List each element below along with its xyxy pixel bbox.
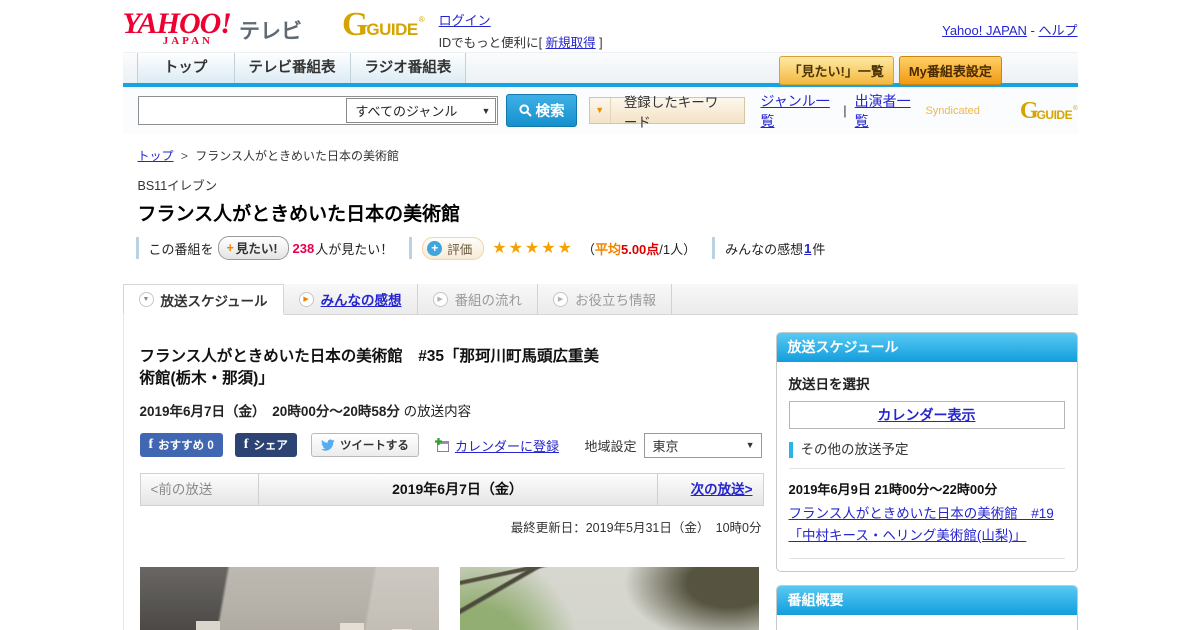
facebook-share-button[interactable]: f シェア <box>234 433 297 458</box>
tab-broadcast-schedule[interactable]: ▼ 放送スケジュール <box>122 284 284 315</box>
chevron-down-icon: ▼ <box>481 105 491 116</box>
select-date-label: 放送日を選択 <box>788 377 870 392</box>
registered-keywords-button[interactable]: ▼ 登録したキーワード <box>588 95 745 130</box>
calendar-display-box: カレンダー表示 <box>788 401 1065 429</box>
main-nav: トップ テレビ番組表 ラジオ番組表 「見たい!」一覧 My番組表設定 <box>122 52 1078 85</box>
rating-group: + 評価 ★★★★★ （平均5.00点/1人） <box>409 236 697 260</box>
facebook-icon: f <box>148 437 154 453</box>
nav-tab-tv-listings[interactable]: テレビ番組表 <box>234 53 351 83</box>
episode-photo-museum-interior <box>139 566 439 630</box>
schedule-box-title: 放送スケジュール <box>776 333 1077 362</box>
dropdown-arrow-icon: ▼ <box>590 98 611 123</box>
tab-impressions[interactable]: ▶ みんなの感想 <box>284 284 418 314</box>
main-content: フランス人がときめいた日本の美術館 #35「那珂川町馬頭広重美術館(栃木・那須)… <box>122 315 776 630</box>
nav-tab-top[interactable]: トップ <box>136 53 235 83</box>
current-broadcast-date: 2019年6月7日（金） <box>392 481 523 498</box>
program-overview-box: 番組概要 <box>775 584 1078 630</box>
plus-circle-icon: + <box>427 240 443 256</box>
facebook-icon: f <box>243 437 249 453</box>
login-block: ログイン IDでもっと便利に[ 新規取得 ] <box>439 10 603 51</box>
kansou-group: みんなの感想 1 件 <box>712 237 825 259</box>
calendar-register-link[interactable]: カレンダーに登録 <box>455 436 559 455</box>
region-select[interactable]: 東京 ▼ <box>643 432 762 458</box>
registered-trademark-icon: ® <box>1073 105 1078 112</box>
broadcast-datetime: 2019年6月7日（金） 20時00分～20時58分 の放送内容 <box>139 403 472 419</box>
next-broadcast-title-link[interactable]: フランス人がときめいた日本の美術館 #19「中村キース・ヘリング美術館(山梨)」 <box>789 503 1065 548</box>
prev-broadcast-link[interactable]: <前の放送 <box>141 473 259 505</box>
sidebar: 放送スケジュール 放送日を選択 カレンダー表示 その他の放送予定 2019年6月… <box>775 315 1078 630</box>
episode-photo-museum-exterior <box>459 566 759 630</box>
breadcrumb-current: フランス人がときめいた日本の美術館 <box>195 149 399 163</box>
region-label: 地域設定 <box>584 438 637 454</box>
calendar-add-icon <box>434 437 449 452</box>
my-schedule-settings-button[interactable]: My番組表設定 <box>898 56 1002 85</box>
content-tabs: ▼ 放送スケジュール ▶ みんなの感想 ▶ 番組の流れ ▶ お役立ち情報 <box>122 284 1078 315</box>
broadcast-schedule-box: 放送スケジュール 放送日を選択 カレンダー表示 その他の放送予定 2019年6月… <box>775 332 1078 572</box>
other-schedule-label: その他の放送予定 <box>788 442 1065 458</box>
plus-icon: + <box>226 240 234 255</box>
search-icon <box>518 104 532 117</box>
gguide-logo-small[interactable]: G GUIDE ® <box>1020 99 1078 123</box>
login-link[interactable]: ログイン <box>439 13 491 28</box>
tweet-button[interactable]: ツイートする <box>310 433 419 458</box>
help-link[interactable]: ヘルプ <box>1038 23 1077 38</box>
login-note: IDでもっと便利に[ 新規取得 ] <box>438 36 603 50</box>
play-circle-icon: ▶ <box>432 291 448 307</box>
header-utility: Yahoo! JAPAN - ヘルプ <box>942 23 1078 38</box>
header: YAHOO! JAPAN テレビ G GUIDE ® ログイン IDでもっと便利に[… <box>123 0 1078 52</box>
nav-tab-radio-listings[interactable]: ラジオ番組表 <box>350 53 467 83</box>
service-name: テレビ <box>238 20 302 43</box>
mitai-count: 238 <box>292 240 315 256</box>
program-stats-row: この番組を + 見たい! 238 人が見たい！ + 評価 ★★★★★ （平均5.… <box>135 236 1078 260</box>
genre-list-link[interactable]: ジャンル一覧 <box>761 91 836 131</box>
episode-photos <box>139 566 764 630</box>
link-separator: | <box>843 103 847 118</box>
breadcrumb: トップ > フランス人がときめいた日本の美術館 <box>138 147 1078 164</box>
syndicated-label: Syndicated <box>925 104 980 117</box>
tab-program-flow[interactable]: ▶ 番組の流れ <box>418 284 539 314</box>
kansou-count-link[interactable]: 1 <box>804 241 811 256</box>
last-updated: 最終更新日：2019年5月31日（金） 10時0分 <box>510 520 762 535</box>
tab-useful-info[interactable]: ▶ お役立ち情報 <box>538 284 673 314</box>
page-title: フランス人がときめいた日本の美術館 <box>137 204 461 225</box>
genre-select[interactable]: すべてのジャンル ▼ <box>346 98 497 123</box>
search-box: すべてのジャンル ▼ <box>137 96 499 125</box>
yahoo-japan-link[interactable]: Yahoo! JAPAN <box>942 23 1027 38</box>
play-circle-icon: ▶ <box>553 291 569 307</box>
registered-trademark-icon: ® <box>418 14 425 24</box>
chevron-down-circle-icon: ▼ <box>138 292 154 307</box>
page: YAHOO! JAPAN テレビ G GUIDE ® ログイン IDでもっと便利に[… <box>0 0 1200 630</box>
breadcrumb-separator: > <box>180 149 188 163</box>
next-broadcast-link[interactable]: 次の放送> <box>691 482 753 497</box>
rate-button[interactable]: + 評価 <box>422 236 485 260</box>
episode-title: フランス人がときめいた日本の美術館 #35「那珂川町馬頭広重美術館(栃木・那須)… <box>139 348 600 388</box>
overview-box-title: 番組概要 <box>776 585 1077 615</box>
next-broadcast-datetime: 2019年6月9日 21時00分～22時00分 <box>788 482 998 497</box>
rating-average: （平均5.00点/1人） <box>581 241 697 257</box>
mitai-list-button[interactable]: 「見たい!」一覧 <box>778 56 894 85</box>
gguide-logo[interactable]: G GUIDE ® <box>341 6 425 43</box>
register-link[interactable]: 新規取得 <box>546 36 596 50</box>
play-circle-icon: ▶ <box>298 291 314 307</box>
divider <box>788 468 1065 469</box>
search-button[interactable]: 検索 <box>506 94 577 127</box>
breadcrumb-home-link[interactable]: トップ <box>138 149 174 163</box>
facebook-recommend-button[interactable]: f おすすめ 0 <box>139 433 223 458</box>
search-bar: すべてのジャンル ▼ 検索 ▼ 登録したキーワード ジャンル一覧 | 出演者一覧… <box>122 87 1078 134</box>
twitter-icon <box>320 439 335 452</box>
calendar-display-link[interactable]: カレンダー表示 <box>878 405 976 425</box>
chevron-down-icon: ▼ <box>745 440 755 451</box>
divider <box>788 557 1065 559</box>
performer-list-link[interactable]: 出演者一覧 <box>855 91 918 131</box>
mitai-group: この番組を + 見たい! 238 人が見たい！ <box>135 236 393 260</box>
yahoo-japan-logo[interactable]: YAHOO! JAPAN <box>123 9 232 47</box>
gguide-g-icon: G <box>341 6 369 43</box>
search-input[interactable] <box>138 97 346 124</box>
social-row: f おすすめ 0 f シェア ツイートする カレンダーに登録 地域設定 東京 ▼ <box>139 432 764 458</box>
channel-name: BS11イレブン <box>137 179 218 193</box>
star-rating-icon: ★★★★★ <box>492 240 574 257</box>
broadcast-pager: <前の放送 2019年6月7日（金） 次の放送> <box>139 472 764 506</box>
mitai-button[interactable]: + 見たい! <box>217 236 289 260</box>
